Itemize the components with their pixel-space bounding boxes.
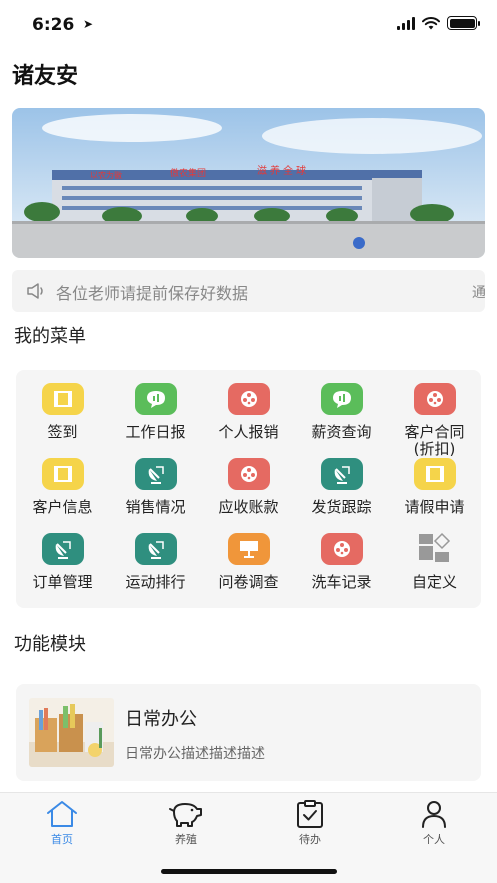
film-icon (41, 458, 84, 490)
page-title: 诸友安 (12, 64, 79, 89)
battery-icon (447, 16, 480, 30)
menu-item-label: 薪资查询 (311, 423, 372, 441)
status-icons (397, 16, 480, 30)
menu-grid: 签到 工作日报 个人报销 薪资查询 客户合同 (折扣) 客户信息 销售情况 应收账款 发货跟踪 请… (16, 370, 481, 608)
menu-item-label: 客户信息 (32, 498, 93, 516)
menu-section-title: 我的菜单 (14, 326, 86, 347)
menu-item-label: 请假申请 (404, 498, 465, 516)
menu-item-label: 发货跟踪 (311, 498, 372, 516)
shapes-icon (414, 532, 456, 565)
notice-text: 各位老师请提前保存好数据 (56, 284, 249, 303)
tab-home[interactable]: 首页 (0, 799, 124, 847)
menu-item-label: 订单管理 (32, 573, 93, 591)
module-description: 日常办公描述描述描述 (125, 746, 265, 762)
banner-sign-company: 傲农集团 (170, 167, 206, 179)
tab-breeding[interactable]: 养殖 (124, 799, 248, 847)
film-icon (413, 458, 456, 490)
menu-item[interactable]: 订单管理 (16, 533, 109, 591)
banner-image: 以农为徽 傲农集团 滋养全球 (12, 108, 485, 258)
status-bar: 6:26 ➤ (0, 0, 497, 50)
menu-item[interactable]: 自定义 (388, 532, 481, 591)
presentation-icon (227, 533, 270, 565)
status-time: 6:26 (32, 15, 75, 35)
menu-item[interactable]: 运动排行 (109, 533, 202, 591)
modules-section-title: 功能模块 (14, 634, 86, 655)
dish-icon (320, 458, 363, 490)
menu-item[interactable]: 洗车记录 (295, 533, 388, 591)
menu-item[interactable]: 工作日报 (109, 383, 202, 441)
chat-icon (320, 383, 363, 415)
dish-icon (134, 533, 177, 565)
menu-item-label: 运动排行 (125, 573, 186, 591)
dish-icon (41, 533, 84, 565)
cellular-signal-icon (397, 16, 415, 30)
menu-item[interactable]: 客户合同 (折扣) (388, 383, 481, 458)
menu-item-label: 自定义 (411, 573, 457, 591)
piggy-bank-icon (124, 799, 248, 829)
menu-item[interactable]: 请假申请 (388, 458, 481, 516)
tab-todo-label: 待办 (299, 833, 321, 846)
menu-item[interactable]: 应收账款 (202, 458, 295, 516)
film-icon (41, 383, 84, 415)
tab-home-label: 首页 (51, 833, 73, 846)
reel-icon (227, 458, 270, 490)
menu-item-label: 客户合同 (折扣) (404, 423, 465, 458)
tab-profile[interactable]: 个人 (372, 799, 496, 847)
notice-bar[interactable]: 各位老师请提前保存好数据 通知 (12, 270, 485, 312)
menu-item-label: 应收账款 (218, 498, 279, 516)
menu-item-label: 销售情况 (125, 498, 186, 516)
menu-item[interactable]: 销售情况 (109, 458, 202, 516)
dish-icon (134, 458, 177, 490)
reel-icon (227, 383, 270, 415)
clipboard-check-icon (248, 799, 372, 829)
tab-breeding-label: 养殖 (175, 833, 197, 846)
tab-profile-label: 个人 (423, 833, 445, 846)
menu-item[interactable]: 发货跟踪 (295, 458, 388, 516)
module-title: 日常办公 (125, 709, 197, 730)
menu-item[interactable]: 客户信息 (16, 458, 109, 516)
person-icon (372, 799, 496, 829)
module-card-daily-office[interactable]: 日常办公 日常办公描述描述描述 (16, 684, 481, 781)
menu-item-label: 问卷调查 (218, 573, 279, 591)
menu-item-label: 工作日报 (125, 423, 186, 441)
carousel-indicator[interactable] (353, 237, 365, 249)
chat-icon (134, 383, 177, 415)
notice-text-next: 通知 (472, 285, 485, 301)
menu-item[interactable]: 个人报销 (202, 383, 295, 441)
wifi-icon (422, 16, 440, 29)
banner-sign-left: 以农为徽 (90, 170, 122, 180)
banner-carousel[interactable]: 以农为徽 傲农集团 滋养全球 (12, 108, 485, 258)
menu-item[interactable]: 问卷调查 (202, 533, 295, 591)
menu-item[interactable]: 签到 (16, 383, 109, 441)
banner-sign-right: 滋养全球 (257, 164, 309, 177)
reel-icon (320, 533, 363, 565)
location-arrow-icon: ➤ (83, 17, 94, 31)
menu-item[interactable]: 薪资查询 (295, 383, 388, 441)
module-thumbnail (29, 698, 114, 767)
tab-todo[interactable]: 待办 (248, 799, 372, 847)
reel-icon (413, 383, 456, 415)
home-indicator (161, 869, 337, 874)
home-icon (0, 799, 124, 829)
speaker-icon (27, 283, 43, 299)
menu-item-label: 洗车记录 (311, 573, 372, 591)
menu-item-label: 签到 (47, 423, 78, 441)
menu-item-label: 个人报销 (218, 423, 279, 441)
